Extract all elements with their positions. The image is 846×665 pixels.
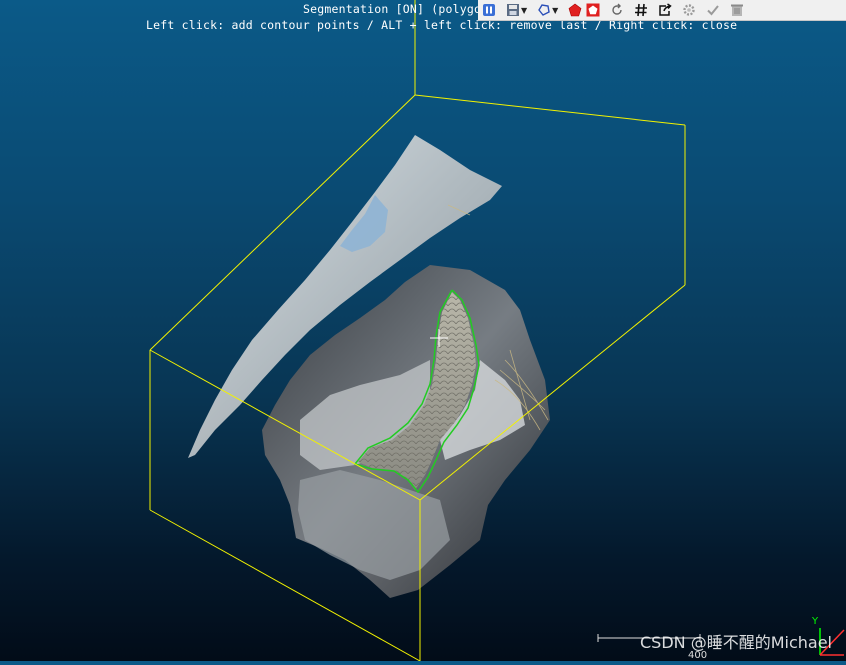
segment-out-button[interactable] (586, 1, 600, 19)
3d-viewport[interactable] (0, 0, 846, 662)
save-button[interactable]: ▼ (506, 1, 527, 19)
segment-out-icon (586, 3, 600, 17)
export-icon (659, 3, 672, 16)
hash-button[interactable] (634, 1, 648, 19)
point-cloud-scene[interactable] (0, 0, 846, 662)
trash-icon (731, 4, 744, 16)
export-button[interactable] (658, 1, 672, 19)
pause-icon (483, 4, 495, 16)
chevron-down-icon[interactable]: ▼ (552, 6, 558, 15)
axis-y-label: Y (812, 616, 819, 627)
chevron-down-icon[interactable]: ▼ (521, 6, 527, 15)
segment-in-button[interactable] (568, 1, 582, 19)
gear-icon (683, 4, 696, 16)
polygon-select-icon (538, 4, 550, 16)
cancel-button[interactable] (730, 1, 744, 19)
reset-button[interactable] (610, 1, 624, 19)
segmentation-toolbar: ▼ ▼ (478, 0, 846, 21)
check-icon (707, 5, 720, 16)
watermark: CSDN @睡不醒的Michael (640, 633, 832, 652)
pause-button[interactable] (482, 1, 496, 19)
polygon-select-button[interactable]: ▼ (537, 1, 558, 19)
save-icon (507, 4, 519, 16)
hash-icon (635, 3, 648, 17)
confirm-button[interactable] (706, 1, 720, 19)
settings-button[interactable] (682, 1, 696, 19)
reset-icon (612, 3, 623, 15)
segment-in-icon (568, 3, 582, 17)
